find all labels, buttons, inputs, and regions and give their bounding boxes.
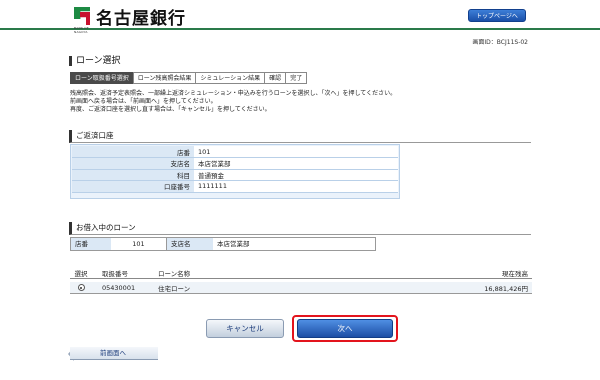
loan-number: 05430001: [102, 283, 136, 292]
col-balance: 現在残高: [502, 270, 528, 278]
account-number-label: 口座番号: [72, 180, 194, 193]
account-type-label: 科目: [72, 169, 194, 181]
bank-logo[interactable]: BANK OF NAGOYA 名古屋銀行: [74, 4, 186, 34]
instruction-line: 残高照会、返済予定表照会、一部繰上返済シミュレーション・申込みを行うローンを選択…: [70, 90, 397, 97]
branch-name-label: 支店名: [72, 157, 194, 170]
repayment-account-heading: ご返済口座: [69, 130, 531, 143]
loan-branch-no-label: 店番: [71, 238, 111, 250]
loan-select-radio[interactable]: [70, 284, 92, 292]
loan-branch-name-value: 本店営業部: [217, 240, 250, 248]
table-row: 科目 普通預金: [72, 169, 398, 181]
step-confirm: 確認: [264, 72, 287, 84]
cancel-button[interactable]: キャンセル: [206, 319, 284, 338]
instruction-line: 再度、ご返済口座を選択し直す場合は、「キャンセル」を押してください。: [70, 106, 271, 113]
step-balance-result: ローン残高照会結果: [132, 72, 197, 84]
col-loan-name: ローン名称: [158, 270, 191, 278]
step-complete: 完了: [285, 72, 308, 84]
logo-sub-text: BANK OF NAGOYA: [74, 26, 89, 34]
table-row: 支店名 本店営業部: [72, 157, 398, 170]
logo-mark-icon: BANK OF NAGOYA: [74, 7, 90, 34]
step-simulation-result: シミュレーション結果: [195, 72, 266, 84]
repayment-account-table: 店番 101 支店名 本店営業部 科目 普通預金 口座番号 1111111: [72, 146, 398, 193]
loan-branch-no-value: 101: [111, 238, 167, 250]
instructions: 残高照会、返済予定表照会、一部繰上返済シミュレーション・申込みを行うローンを選択…: [70, 90, 396, 114]
account-number-value: 1111111: [194, 180, 398, 193]
current-loans-heading: お借入中のローン: [69, 222, 531, 235]
loan-branch-info: 店番 101 支店名 本店営業部: [70, 237, 376, 251]
back-button[interactable]: 前画面へ: [70, 347, 158, 360]
top-page-button[interactable]: トップページへ: [468, 9, 526, 22]
branch-no-value: 101: [194, 146, 398, 158]
loan-name: 住宅ローン: [158, 284, 191, 293]
table-row: 店番 101: [72, 146, 398, 158]
account-type-value: 普通預金: [194, 169, 398, 181]
loan-table-header: 選択 取扱番号 ローン名称 現在残高: [70, 268, 532, 279]
loan-branch-name-label: 支店名: [167, 238, 213, 250]
col-number: 取扱番号: [102, 270, 128, 278]
table-row[interactable]: 05430001 住宅ローン 16,881,426円: [70, 282, 532, 294]
branch-name-value: 本店営業部: [194, 157, 398, 170]
screen-id: 画面ID：BCJ11S-02: [472, 39, 528, 46]
progress-steps: ローン取扱番号選択 ローン残高照会結果 シミュレーション結果 確認 完了: [70, 72, 308, 84]
radio-selected-icon[interactable]: [77, 284, 85, 291]
table-row: 口座番号 1111111: [72, 180, 398, 193]
page-title: ローン選択: [69, 56, 121, 66]
loan-balance: 16,881,426円: [484, 284, 528, 293]
col-select: 選択: [74, 270, 88, 278]
branch-no-label: 店番: [72, 146, 194, 158]
instruction-line: 前画面へ戻る場合は、「前画面へ」を押してください。: [70, 98, 217, 105]
logo-text: 名古屋銀行: [96, 8, 186, 29]
header: BANK OF NAGOYA 名古屋銀行 トップページへ: [0, 0, 600, 34]
next-button[interactable]: 次へ: [297, 319, 393, 338]
step-loan-number-select: ローン取扱番号選択: [70, 72, 134, 84]
